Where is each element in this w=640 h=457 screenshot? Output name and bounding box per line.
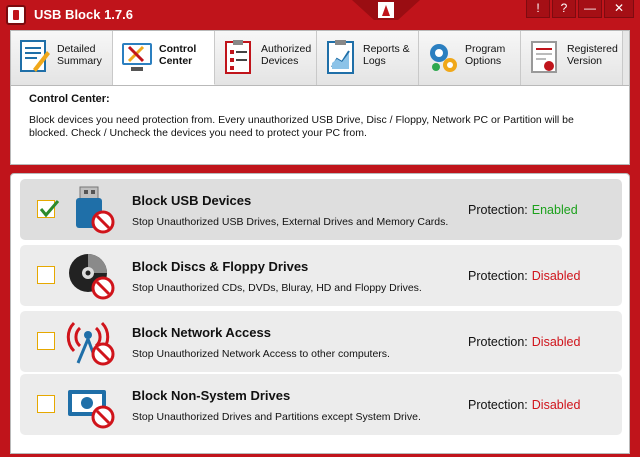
- protection-value: Disabled: [531, 269, 581, 283]
- minimize-button[interactable]: —: [578, 0, 602, 18]
- tab-label: Reports & Logs: [363, 43, 410, 67]
- device-list: Block USB Devices Stop Unauthorized USB …: [10, 173, 630, 454]
- about-button[interactable]: ?: [552, 0, 576, 18]
- device-subtitle: Stop Unauthorized USB Drives, External D…: [132, 216, 449, 228]
- protection-value: Enabled: [531, 203, 578, 217]
- usb-checkbox[interactable]: [37, 200, 60, 218]
- section-description: Block devices you need protection from. …: [29, 114, 574, 139]
- main-frame: Detailed Summary Control Center Authoriz…: [10, 30, 630, 454]
- protection-label: Protection:: [468, 398, 528, 412]
- help-button[interactable]: !: [526, 0, 550, 18]
- protection-label: Protection:: [468, 269, 528, 283]
- tools-icon: [122, 43, 152, 71]
- tab-registered-version[interactable]: Registered Version: [521, 31, 623, 85]
- section-title: Control Center:: [29, 93, 110, 105]
- protection-status: Protection: Disabled: [468, 335, 580, 349]
- title-bar: USB Block 1.7.6 ! ? — ✕: [0, 0, 640, 30]
- device-subtitle: Stop Unauthorized Network Access to othe…: [132, 348, 390, 360]
- device-title: Block Network Access: [132, 325, 271, 340]
- brand-logo-icon: [352, 0, 420, 20]
- certificate-icon: [531, 41, 557, 73]
- app-title: USB Block 1.7.6: [34, 7, 133, 22]
- device-title: Block USB Devices: [132, 193, 252, 208]
- tab-label: Program Options: [465, 43, 506, 67]
- drives-checkbox[interactable]: [37, 395, 55, 413]
- protection-label: Protection:: [468, 203, 528, 217]
- hard-drive-icon: [68, 390, 115, 429]
- device-subtitle: Stop Unauthorized Drives and Partitions …: [132, 411, 421, 423]
- device-title: Block Non-System Drives: [132, 388, 291, 403]
- protection-status: Protection: Disabled: [468, 398, 580, 412]
- device-row-drives[interactable]: Block Non-System Drives Stop Unauthorize…: [20, 374, 622, 435]
- summary-icon: [20, 40, 50, 72]
- disc-icon: [69, 254, 115, 300]
- protection-status: Protection: Enabled: [468, 203, 578, 217]
- device-subtitle: Stop Unauthorized CDs, DVDs, Bluray, HD …: [132, 282, 422, 294]
- tab-label: Authorized Devices: [261, 43, 312, 67]
- description-panel: Control Center: Block devices you need p…: [10, 85, 630, 165]
- protection-value: Disabled: [531, 398, 581, 412]
- tab-reports-logs[interactable]: Reports & Logs: [317, 31, 419, 85]
- tab-control-center[interactable]: Control Center: [113, 31, 215, 85]
- checkmark-icon: [39, 200, 60, 218]
- usb-block-app-icon: [6, 5, 26, 25]
- tab-label: Registered Version: [567, 43, 618, 67]
- device-row-discs[interactable]: Block Discs & Floppy Drives Stop Unautho…: [20, 245, 622, 306]
- tab-authorized-devices[interactable]: Authorized Devices: [215, 31, 317, 85]
- device-row-usb[interactable]: Block USB Devices Stop Unauthorized USB …: [20, 179, 622, 240]
- network-checkbox[interactable]: [37, 332, 55, 350]
- device-row-network[interactable]: Block Network Access Stop Unauthorized N…: [20, 311, 622, 372]
- tab-label: Control Center: [159, 43, 197, 67]
- tab-detailed-summary[interactable]: Detailed Summary: [11, 31, 113, 85]
- gears-icon: [430, 44, 457, 72]
- tab-program-options[interactable]: Program Options: [419, 31, 521, 85]
- device-title: Block Discs & Floppy Drives: [132, 259, 309, 274]
- tab-bar: Detailed Summary Control Center Authoriz…: [10, 30, 630, 86]
- usb-drive-icon: [76, 186, 115, 234]
- discs-checkbox[interactable]: [37, 266, 55, 284]
- protection-label: Protection:: [468, 335, 528, 349]
- report-chart-icon: [327, 40, 354, 74]
- tab-label: Detailed Summary: [57, 43, 102, 67]
- network-antenna-icon: [66, 321, 115, 366]
- checklist-icon: [225, 40, 251, 74]
- close-button[interactable]: ✕: [604, 0, 634, 18]
- protection-status: Protection: Disabled: [468, 269, 580, 283]
- protection-value: Disabled: [531, 335, 581, 349]
